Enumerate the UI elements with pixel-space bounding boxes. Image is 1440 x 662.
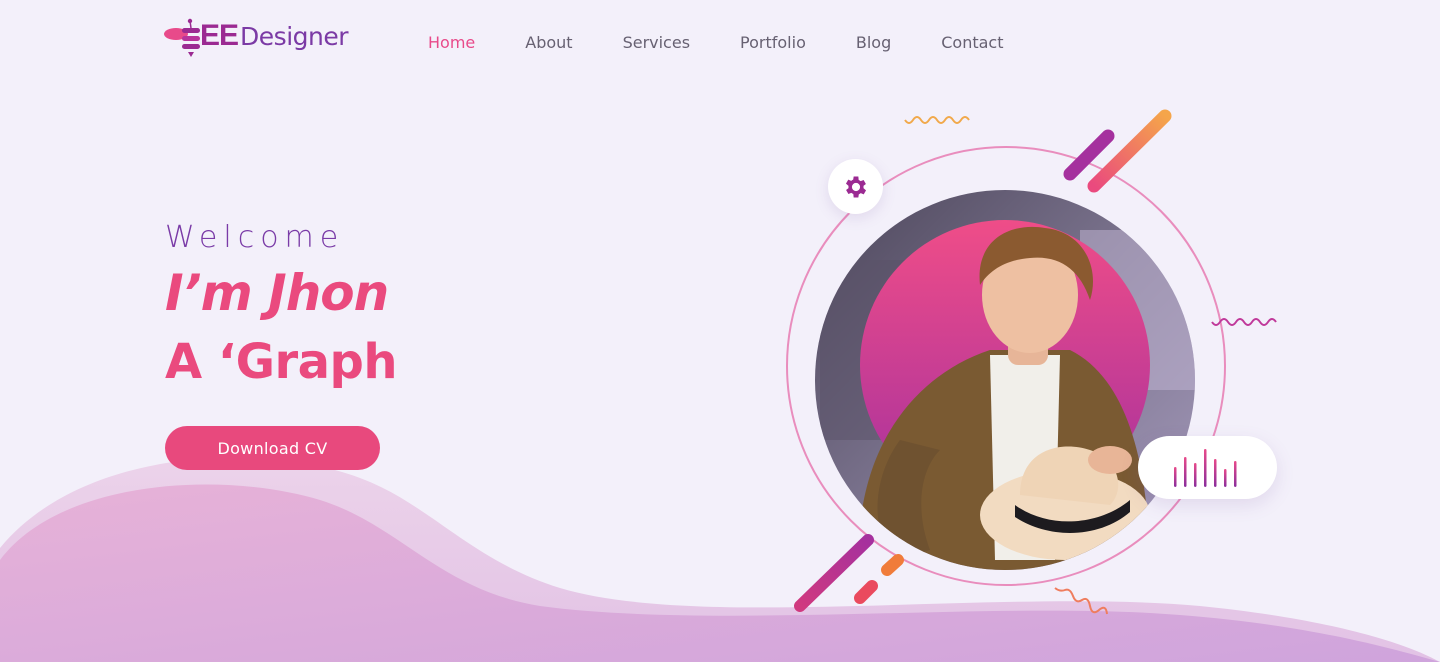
audio-bars-icon: [1173, 448, 1236, 487]
gear-icon: [845, 176, 866, 197]
settings-badge[interactable]: [828, 159, 883, 214]
hero-illustration: [786, 109, 1277, 615]
stripe-bottom-red: [854, 580, 878, 604]
stripe-bottom-orange: [881, 554, 904, 576]
squiggle-top: [904, 116, 970, 124]
profile-photo: [815, 190, 1195, 570]
squiggle-bottom: [1054, 587, 1108, 615]
audio-badge[interactable]: [1138, 436, 1277, 499]
stripe-top-orange: [1087, 109, 1172, 193]
